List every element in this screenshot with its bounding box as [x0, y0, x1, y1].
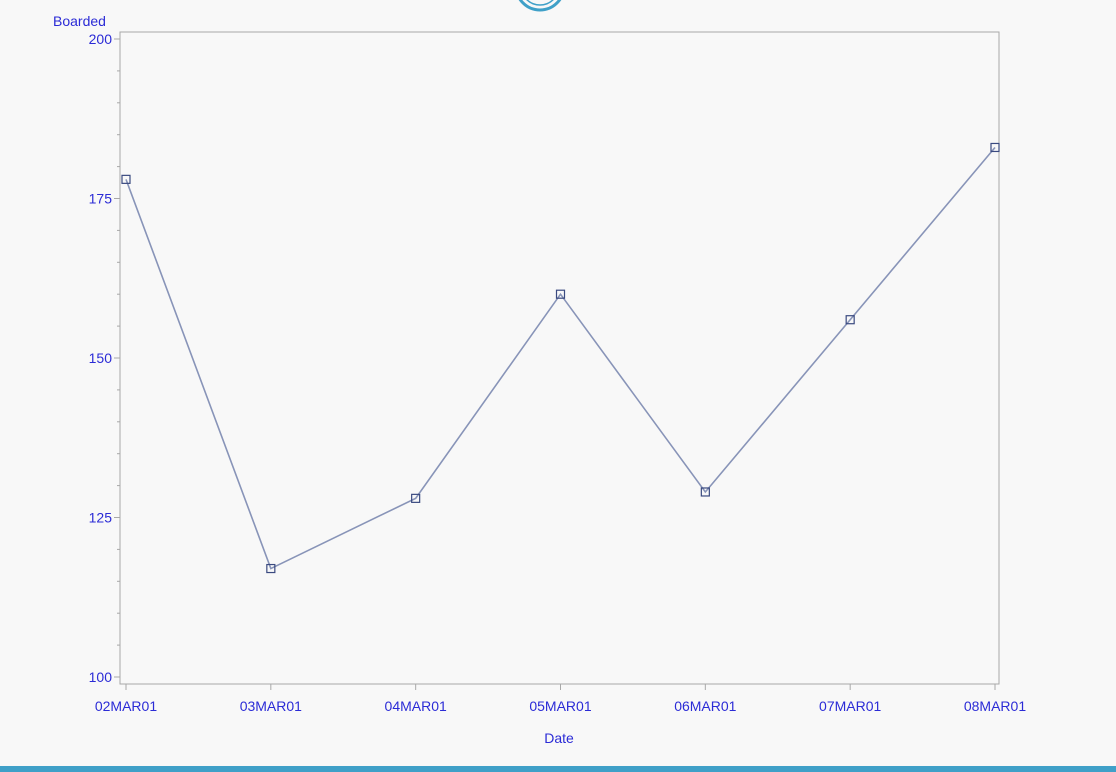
x-tick-label: 08MAR01: [964, 698, 1026, 714]
x-tick-label: 03MAR01: [240, 698, 302, 714]
x-axis-label: Date: [544, 730, 574, 746]
y-axis: 100 125 150 175 200: [89, 31, 120, 685]
x-axis: 02MAR01 03MAR01 04MAR01 05MAR01 06MAR01 07MAR…: [95, 684, 1026, 714]
x-tick-label: 02MAR01: [95, 698, 157, 714]
x-tick-label: 07MAR01: [819, 698, 881, 714]
y-tick-label: 100: [89, 669, 113, 685]
y-tick-label: 200: [89, 31, 113, 47]
y-tick-label: 125: [89, 510, 113, 526]
y-tick-label: 175: [89, 191, 113, 207]
series-line: [125, 146, 996, 570]
x-tick-label: 04MAR01: [385, 698, 447, 714]
x-tick-label: 06MAR01: [674, 698, 736, 714]
series-layer: [121, 142, 1000, 574]
plot-frame: [119, 31, 1000, 685]
bottom-accent-bar: [0, 766, 1116, 772]
chart-page: Boarded 100 125 150 175 200 02MAR01 03MAR01 04…: [0, 0, 1116, 772]
x-tick-label: 05MAR01: [529, 698, 591, 714]
y-axis-label: Boarded: [53, 13, 106, 29]
line-chart: Boarded 100 125 150 175 200 02MAR01 03MAR01 04…: [53, 13, 1026, 746]
y-tick-label: 150: [89, 350, 113, 366]
